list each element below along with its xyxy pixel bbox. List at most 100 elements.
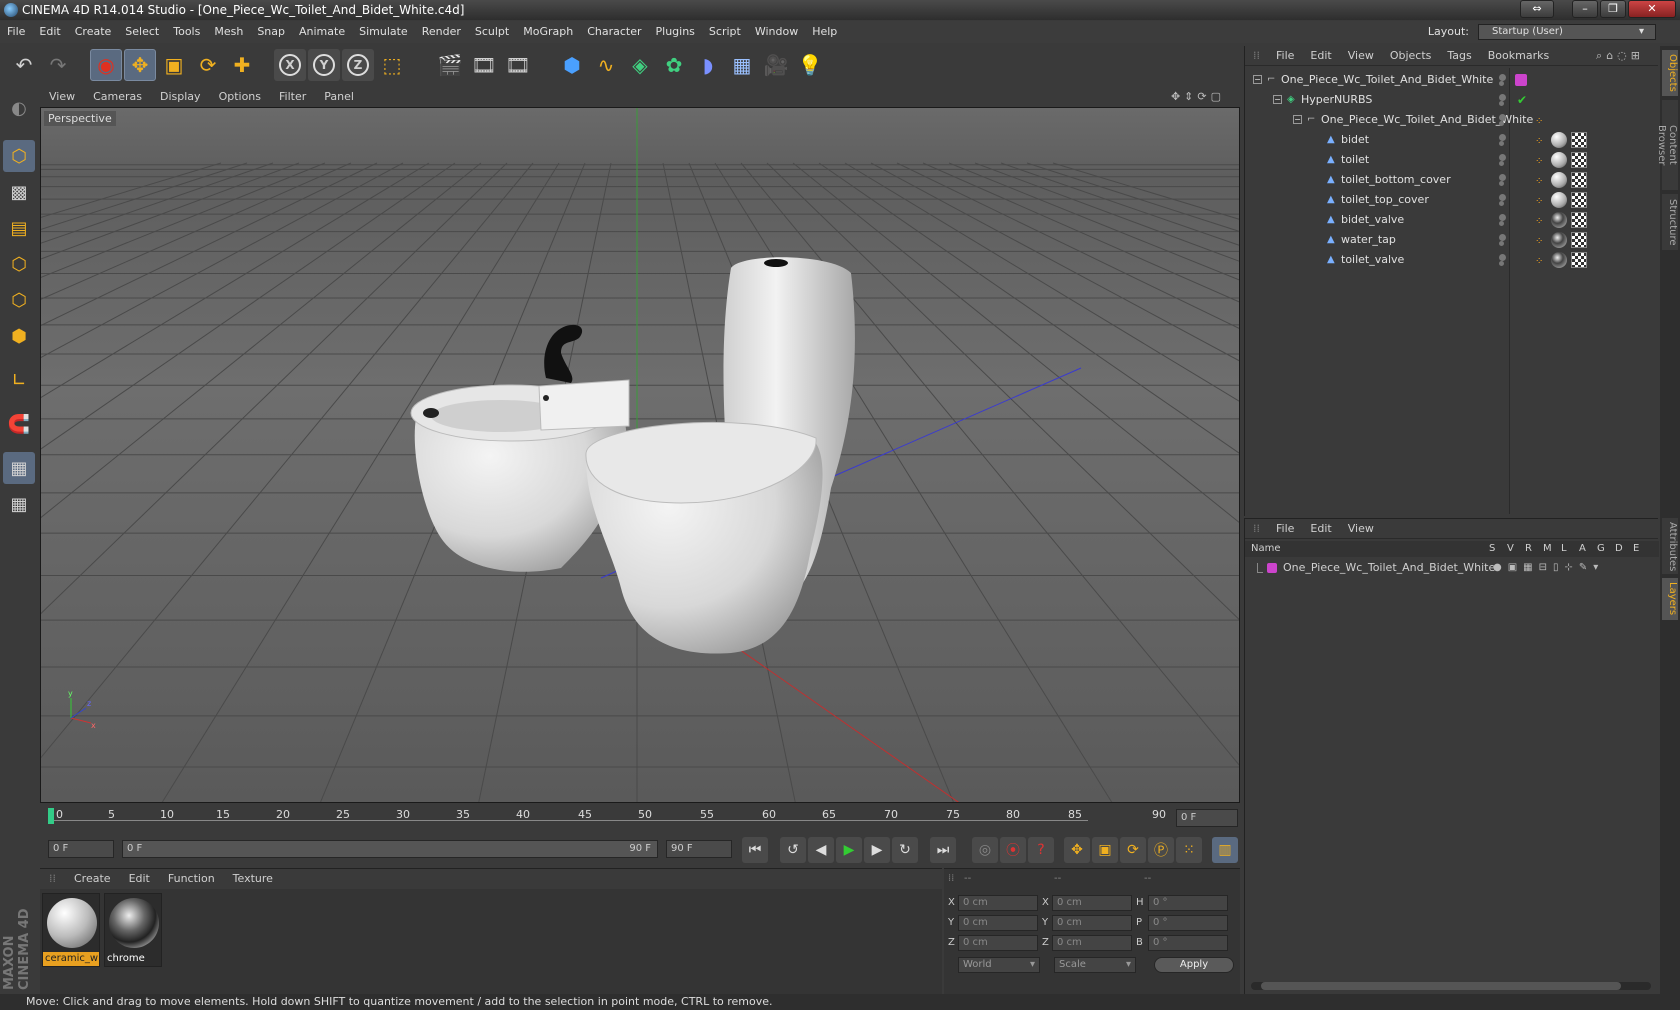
array-button[interactable]: ✿ bbox=[658, 49, 690, 81]
undo-button[interactable]: ↶ bbox=[8, 49, 40, 81]
menu-plugins[interactable]: Plugins bbox=[649, 21, 702, 43]
object-row[interactable]: ▲ water_tap ⁘ bbox=[1245, 230, 1659, 250]
menu-help[interactable]: Help bbox=[805, 21, 844, 43]
menu-sculpt[interactable]: Sculpt bbox=[468, 21, 516, 43]
uvw-tag-icon[interactable] bbox=[1571, 172, 1587, 188]
object-search-home-icons[interactable]: ⌕⌂◌⊞ bbox=[1588, 46, 1652, 66]
layer-toggle-icons[interactable]: ●▣▦⊟▯⊹✎▾ bbox=[1493, 559, 1604, 577]
size-y-field[interactable]: 0 cm bbox=[1052, 915, 1132, 931]
object-row[interactable]: ▲ toilet ⁘ bbox=[1245, 150, 1659, 170]
uvw-tag-icon[interactable] bbox=[1571, 152, 1587, 168]
object-row[interactable]: − ⌐ One_Piece_Wc_Toilet_And_Bidet_White bbox=[1245, 70, 1659, 90]
object-menu-edit[interactable]: Edit bbox=[1302, 46, 1339, 66]
material-tag-icon[interactable] bbox=[1551, 192, 1567, 208]
menu-tools[interactable]: Tools bbox=[166, 21, 207, 43]
perspective-viewport[interactable]: y x z Perspective bbox=[40, 107, 1240, 803]
object-row[interactable]: ▲ bidet ⁘ bbox=[1245, 130, 1659, 150]
menu-mesh[interactable]: Mesh bbox=[207, 21, 250, 43]
viewport-menu-view[interactable]: View bbox=[40, 87, 84, 107]
material-menu-edit[interactable]: Edit bbox=[120, 869, 159, 889]
resize-icon[interactable]: ⇔ bbox=[1520, 0, 1554, 18]
menu-animate[interactable]: Animate bbox=[292, 21, 352, 43]
uvw-tag-icon[interactable] bbox=[1571, 232, 1587, 248]
phong-tag-icon[interactable]: ⁘ bbox=[1535, 212, 1543, 232]
lock-y-axis-button[interactable]: Y bbox=[308, 49, 340, 81]
phong-tag-icon[interactable]: ⁘ bbox=[1535, 232, 1543, 252]
apply-button[interactable]: Apply bbox=[1154, 957, 1234, 973]
menu-select[interactable]: Select bbox=[118, 21, 166, 43]
viewport-menu-panel[interactable]: Panel bbox=[315, 87, 363, 107]
material-tag-icon[interactable] bbox=[1551, 132, 1567, 148]
uvw-tag-icon[interactable] bbox=[1571, 212, 1587, 228]
key-position-button[interactable]: ✥ bbox=[1064, 837, 1090, 863]
snap-button[interactable]: 🧲 bbox=[3, 408, 35, 440]
polygons-mode-button[interactable]: ⬢ bbox=[3, 320, 35, 352]
object-row[interactable]: − ◈ HyperNURBS ✔ bbox=[1245, 90, 1659, 110]
rotation-h-field[interactable]: 0 ° bbox=[1148, 895, 1228, 911]
viewport-nav-icons[interactable]: ✥⇕⟳▢ bbox=[1162, 87, 1234, 107]
lock-z-axis-button[interactable]: Z bbox=[342, 49, 374, 81]
edges-mode-button[interactable]: ⬡ bbox=[3, 284, 35, 316]
layer-menu-view[interactable]: View bbox=[1340, 519, 1382, 539]
visibility-editor-dot[interactable] bbox=[1499, 114, 1506, 121]
previous-key-button[interactable]: ↺ bbox=[780, 837, 806, 863]
object-row[interactable]: − ⌐ One_Piece_Wc_Toilet_And_Bidet_White ⁘ bbox=[1245, 110, 1659, 130]
material-menu-function[interactable]: Function bbox=[159, 869, 224, 889]
render-settings-button[interactable]: 🎞 bbox=[502, 49, 534, 81]
play-button[interactable]: ▶ bbox=[836, 837, 862, 863]
timeline-window-button[interactable]: ▥ bbox=[1212, 837, 1238, 863]
layer-column-header[interactable]: R bbox=[1525, 541, 1532, 557]
coordinate-space-dropdown[interactable]: World ▾ bbox=[958, 957, 1040, 973]
layer-column-header[interactable]: A bbox=[1579, 541, 1586, 557]
menu-script[interactable]: Script bbox=[702, 21, 748, 43]
cube-button[interactable]: ⬢ bbox=[556, 49, 588, 81]
playhead[interactable] bbox=[48, 808, 54, 824]
autokey-button[interactable]: ⦿ bbox=[1000, 837, 1026, 863]
key-rotation-button[interactable]: ⟳ bbox=[1120, 837, 1146, 863]
layer-menu-file[interactable]: File bbox=[1268, 519, 1302, 539]
object-row[interactable]: ▲ toilet_valve ⁘ bbox=[1245, 250, 1659, 270]
visibility-editor-dot[interactable] bbox=[1499, 94, 1506, 101]
key-scale-button[interactable]: ▣ bbox=[1092, 837, 1118, 863]
layer-horizontal-scrollbar[interactable] bbox=[1251, 982, 1651, 990]
layout-dropdown[interactable]: Startup (User) ▾ bbox=[1478, 24, 1656, 40]
layer-column-header[interactable]: E bbox=[1633, 541, 1639, 557]
rotation-b-field[interactable]: 0 ° bbox=[1148, 935, 1228, 951]
layer-tag-icon[interactable] bbox=[1515, 74, 1527, 86]
tab-structure[interactable]: Structure bbox=[1662, 194, 1678, 250]
layer-menu-edit[interactable]: Edit bbox=[1302, 519, 1339, 539]
visibility-render-dot[interactable] bbox=[1499, 101, 1504, 106]
uvw-tag-icon[interactable] bbox=[1571, 132, 1587, 148]
position-z-field[interactable]: 0 cm bbox=[958, 935, 1038, 951]
rotate-tool-button[interactable]: ⟳ bbox=[192, 49, 224, 81]
visibility-editor-dot[interactable] bbox=[1499, 74, 1506, 81]
material-tag-icon[interactable] bbox=[1551, 232, 1567, 248]
start-frame-field[interactable]: 0 F bbox=[48, 840, 114, 858]
viewport-menu-filter[interactable]: Filter bbox=[270, 87, 315, 107]
layer-column-header[interactable]: G bbox=[1597, 541, 1605, 557]
model-mode-button[interactable]: ⬡ bbox=[3, 140, 35, 172]
visibility-editor-dot[interactable] bbox=[1499, 174, 1506, 181]
viewport-menu-cameras[interactable]: Cameras bbox=[84, 87, 151, 107]
key-parameter-button[interactable]: Ⓟ bbox=[1148, 837, 1174, 863]
locked-workplane-button[interactable]: ▦ bbox=[3, 452, 35, 484]
menu-file[interactable]: File bbox=[0, 21, 32, 43]
layer-color-swatch[interactable] bbox=[1267, 563, 1277, 573]
object-row[interactable]: ▲ toilet_bottom_cover ⁘ bbox=[1245, 170, 1659, 190]
timeline-ruler[interactable]: 0 5 10 15 20 25 30 35 40 45 50 55 60 65 … bbox=[40, 806, 1240, 832]
visibility-render-dot[interactable] bbox=[1499, 201, 1504, 206]
planar-workplane-button[interactable]: ▦ bbox=[3, 488, 35, 520]
deformer-button[interactable]: ◗ bbox=[692, 49, 724, 81]
visibility-editor-dot[interactable] bbox=[1499, 134, 1506, 141]
material-tag-icon[interactable] bbox=[1551, 152, 1567, 168]
menu-simulate[interactable]: Simulate bbox=[352, 21, 415, 43]
previous-frame-button[interactable]: ◀ bbox=[808, 837, 834, 863]
layer-column-header[interactable]: V bbox=[1507, 541, 1514, 557]
uvw-tag-icon[interactable] bbox=[1571, 252, 1587, 268]
visibility-editor-dot[interactable] bbox=[1499, 254, 1506, 261]
rotation-p-field[interactable]: 0 ° bbox=[1148, 915, 1228, 931]
light-button[interactable]: 💡 bbox=[794, 49, 826, 81]
tab-objects[interactable]: Objects bbox=[1662, 50, 1678, 96]
visibility-render-dot[interactable] bbox=[1499, 221, 1504, 226]
frame-range-slider[interactable]: 0 F 90 F bbox=[122, 840, 658, 858]
